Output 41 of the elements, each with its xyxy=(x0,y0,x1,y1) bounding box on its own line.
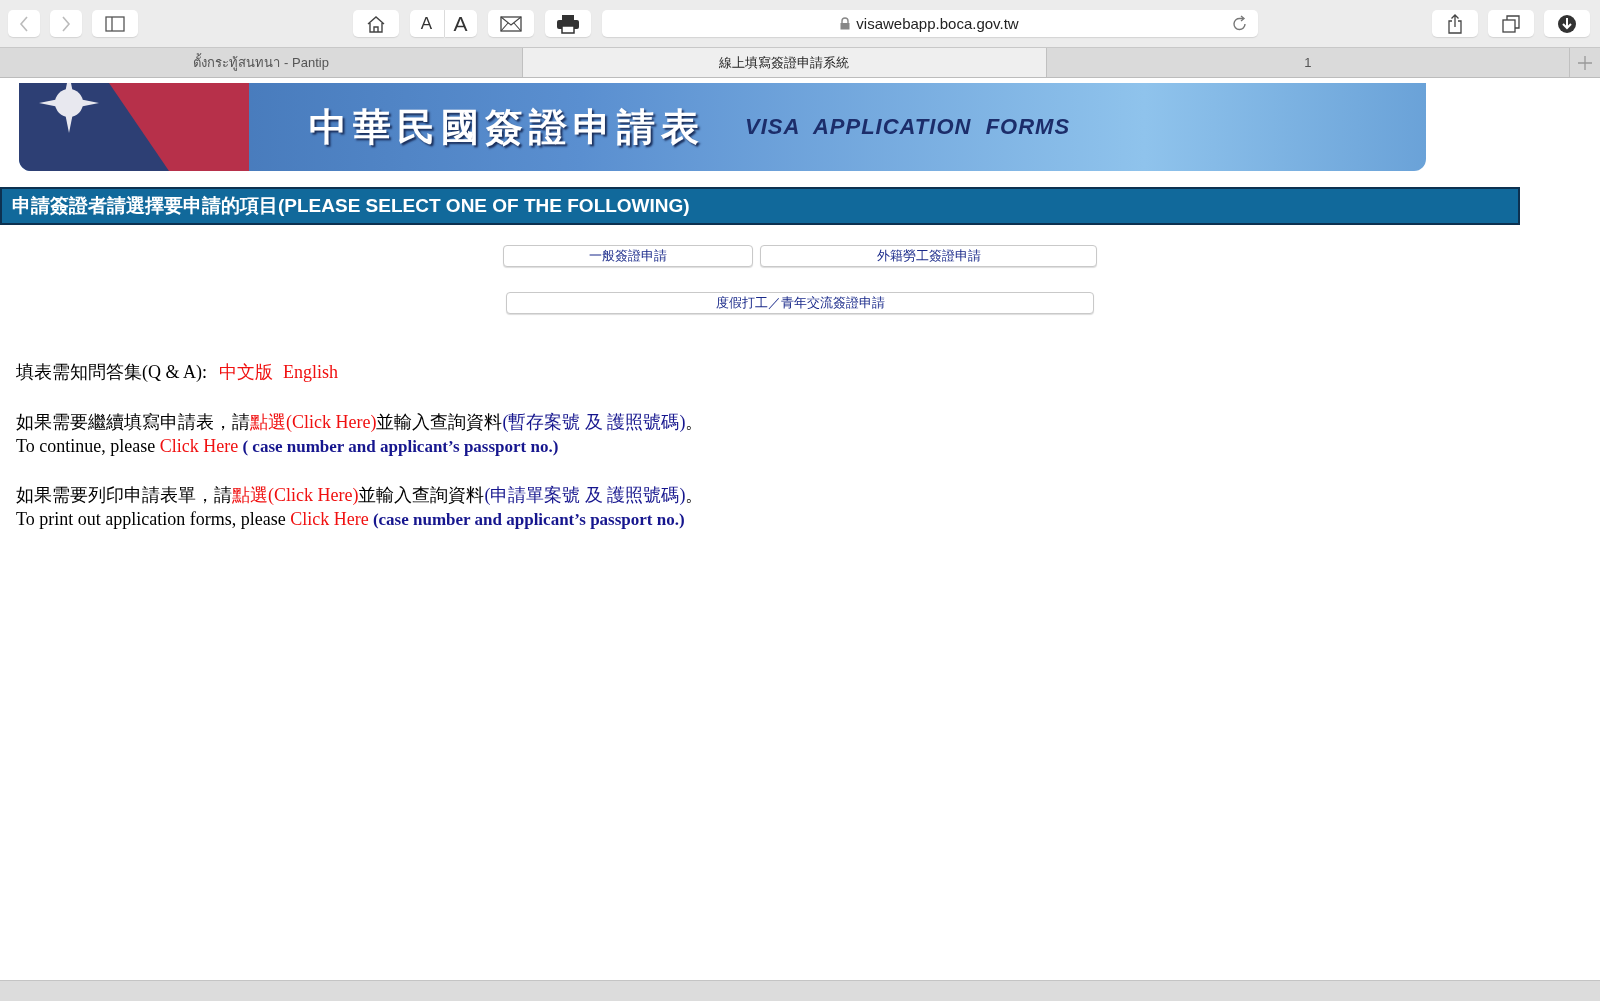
banner-subtitle: VISA APPLICATION FORMS xyxy=(745,114,1071,140)
share-button[interactable] xyxy=(1432,10,1478,37)
text-smaller-button[interactable]: A xyxy=(409,10,444,37)
browser-tab[interactable]: 1 xyxy=(1046,48,1570,77)
printer-icon xyxy=(555,13,580,34)
qa-link[interactable]: 中文版 xyxy=(219,360,273,384)
instruction-text: 如果需要列印申請表單，請點選(Click Here)並輸入查詢資料(申請單案號 及 護照號碼)。 xyxy=(16,484,705,507)
chevron-left-icon xyxy=(18,14,30,33)
home-button[interactable] xyxy=(352,10,399,37)
click-here-link[interactable]: 點選(Click Here) xyxy=(250,412,377,432)
click-here-link[interactable]: Click Here xyxy=(290,509,369,529)
address-field[interactable]: visawebapp.boca.gov.tw xyxy=(601,10,1258,37)
download-icon xyxy=(1557,13,1577,34)
chevron-right-icon xyxy=(60,14,72,33)
download-button[interactable] xyxy=(1544,10,1590,37)
sidebar-button[interactable] xyxy=(92,10,138,37)
lock-icon xyxy=(840,17,851,30)
browser-tab[interactable]: 線上填寫簽證申請系統 xyxy=(523,48,1047,77)
click-here-link[interactable]: 點選(Click Here) xyxy=(232,485,359,505)
print-button[interactable] xyxy=(544,10,591,37)
reload-icon[interactable] xyxy=(1231,15,1248,32)
instruction-text: To print out application forms, please Click Here (case number and applicant’s passport no.) xyxy=(16,508,686,531)
qa-link[interactable]: English xyxy=(283,362,338,383)
sidebar-icon xyxy=(105,15,125,32)
visa-type-button[interactable]: 一般簽證申請 xyxy=(503,245,753,267)
qa-label: 填表需知問答集(Q & A): xyxy=(16,361,207,384)
home-icon xyxy=(365,14,386,33)
section-header: 申請簽證者請選擇要申請的項目(PLEASE SELECT ONE OF THE FOLLOWING) xyxy=(0,187,1520,225)
instruction-text: 如果需要繼續填寫申請表，請點選(Click Here)並輸入查詢資料(暫存案號 及 護照號碼)。 xyxy=(16,411,705,434)
visa-type-button[interactable]: 度假打工／青年交流簽證申請 xyxy=(506,292,1094,314)
click-here-link[interactable]: Click Here xyxy=(159,436,239,456)
tabs-button[interactable] xyxy=(1488,10,1534,37)
banner-title: 中華民國簽證申請表 xyxy=(309,102,705,151)
text-larger-button[interactable]: A xyxy=(444,10,477,37)
tabs-icon xyxy=(1502,14,1520,33)
plus-icon xyxy=(1578,55,1592,70)
instruction-text: To continue, please Click Here ( case number and applicant’s passport no.) xyxy=(16,435,560,458)
share-icon xyxy=(1447,13,1463,34)
mail-button[interactable] xyxy=(487,10,534,37)
visa-type-button[interactable]: 外籍勞工簽證申請 xyxy=(760,245,1097,267)
envelope-icon xyxy=(499,15,522,32)
